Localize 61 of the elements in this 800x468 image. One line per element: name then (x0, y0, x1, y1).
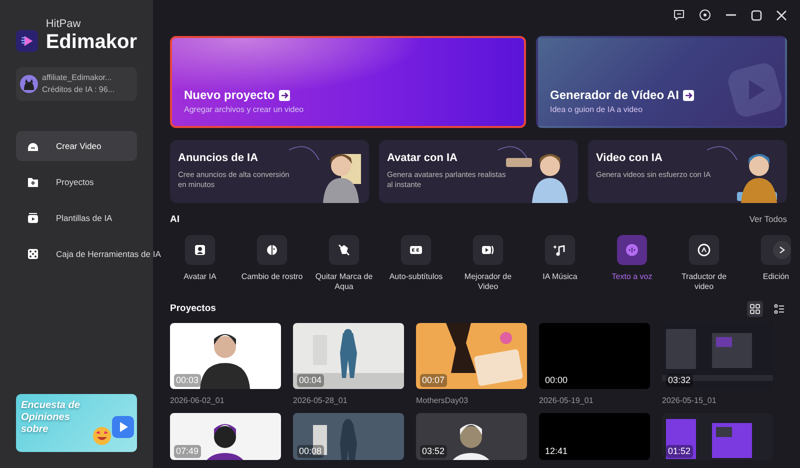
target-icon[interactable] (699, 9, 711, 21)
section-title: Proyectos (170, 302, 216, 316)
duration-label: 00:03 (174, 374, 201, 388)
project-name[interactable]: 2026-05-28_01 (293, 395, 404, 408)
list-view-icon[interactable] (774, 304, 784, 314)
tool-button[interactable]: Quitar Marca de Aqua (308, 235, 380, 292)
tool-button[interactable]: Cambio de rostro (236, 235, 308, 292)
project-name[interactable]: MothersDay03 (416, 395, 527, 408)
username: affiliate_Edimakor... (42, 72, 113, 84)
duration-label: 03:52 (420, 444, 447, 458)
account-card[interactable]: affiliate_Edimakor... Créditos de IA : 96... (16, 67, 137, 101)
tool-button[interactable]: Mejorador de Video (452, 235, 524, 292)
view-all-link[interactable]: Ver Todos (749, 213, 787, 228)
chevron-right-icon (779, 246, 785, 254)
card-title: Nuevo proyecto (184, 87, 275, 104)
nav-item[interactable]: Crear Video (16, 131, 137, 161)
banner-text: Encuesta de Opiniones sobre (20, 399, 81, 436)
toolbox-icon (26, 247, 40, 261)
hero-card[interactable]: Generador de Vídeo AI Idea o guion de IA a video (536, 36, 787, 128)
tool-button[interactable]: Traductor de video (668, 235, 740, 292)
tool-button[interactable]: IA Música (524, 235, 596, 292)
duration-label: 01:52 (666, 444, 693, 458)
nav-item[interactable]: Plantillas de IA (16, 203, 137, 233)
hero-card[interactable]: Nuevo proyecto Agregar archivos y crear un video (170, 36, 526, 128)
thumbnail-background[interactable]: 12:41 (539, 413, 650, 460)
maximize-icon[interactable] (751, 10, 762, 20)
play-icon (112, 416, 134, 438)
translate-icon (696, 242, 712, 258)
close-icon[interactable] (776, 10, 787, 20)
brand-name: HitPaw (46, 16, 82, 32)
duration-label: 03:32 (666, 374, 693, 388)
feedback-icon[interactable] (673, 9, 685, 21)
project-name[interactable]: 2026-05-19_01 (539, 395, 650, 408)
emoji-icon (92, 426, 112, 446)
app-name: Edimakor (46, 32, 137, 52)
duration-label: 00:08 (297, 444, 324, 458)
nav-item[interactable]: Proyectos (16, 167, 137, 197)
project-name[interactable]: 2026-05-15_01 (662, 395, 773, 408)
card-subtitle: Idea o guion de IA a video (550, 104, 644, 116)
duration-label: 00:04 (297, 374, 324, 388)
sound-wave-icon (624, 242, 640, 258)
section-title: AI (170, 213, 180, 227)
grid-view-icon[interactable] (750, 304, 760, 314)
credits-text: Créditos de IA : 96... (42, 84, 114, 96)
card-title: Generador de Vídeo AI (550, 87, 679, 104)
card-title: Video con IA (596, 151, 664, 166)
thumbnail-background[interactable]: 00:00 (539, 323, 650, 390)
tool-button[interactable]: Auto-subtítulos (380, 235, 452, 292)
folder-icon (26, 175, 40, 189)
duration-label: 07:49 (174, 444, 201, 458)
avatar-icon (20, 75, 38, 93)
template-icon (26, 211, 40, 225)
project-name[interactable]: 2026-06-02_01 (170, 395, 281, 408)
card-title: Anuncios de IA (178, 151, 260, 166)
minimize-icon[interactable] (725, 14, 737, 16)
arrow-right-icon (278, 90, 290, 100)
tool-button[interactable]: Texto a voz (596, 235, 668, 292)
card-title: Avatar con IA (387, 151, 459, 166)
card-subtitle: Agregar archivos y crear un video (184, 104, 305, 116)
arrow-right-icon (682, 90, 694, 100)
duration-label: 00:07 (420, 374, 447, 388)
